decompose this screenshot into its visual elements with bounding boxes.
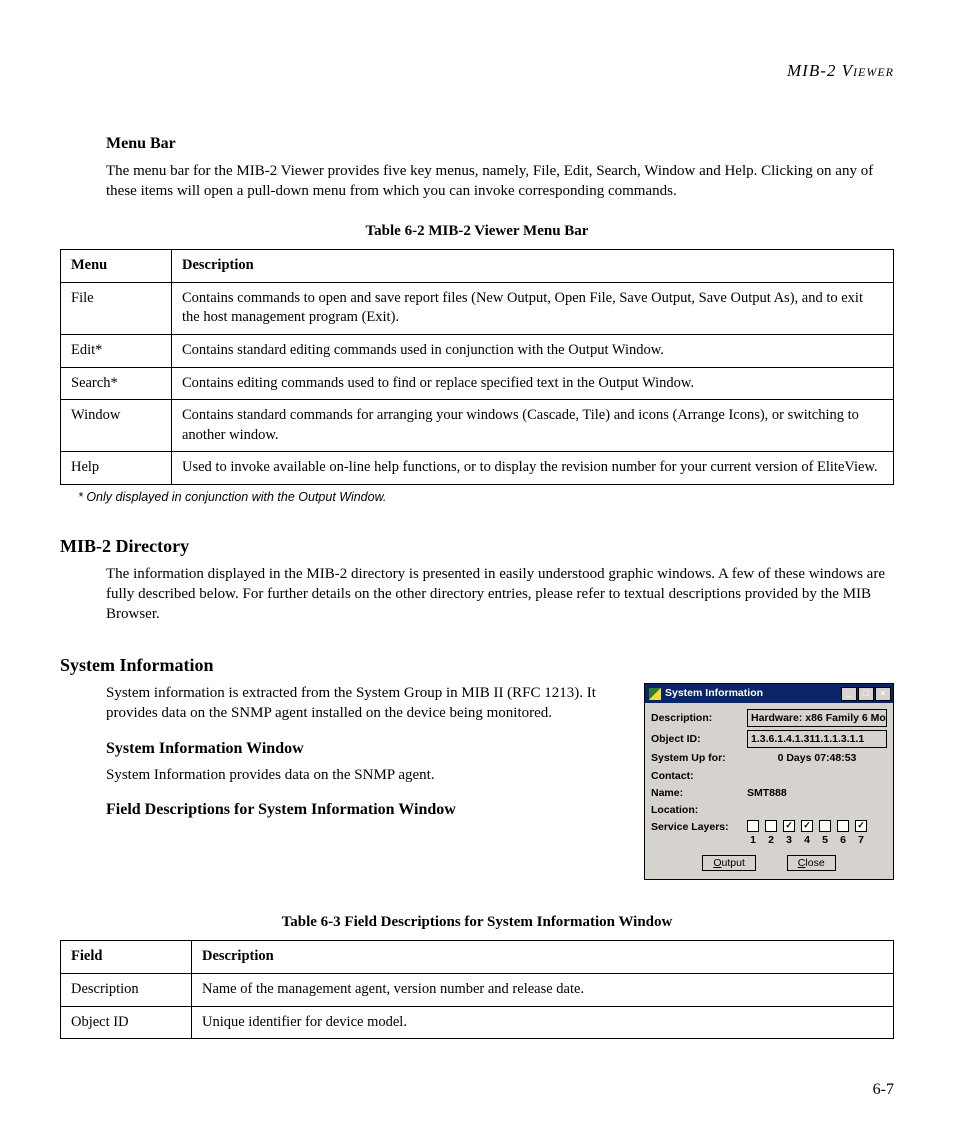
- menu-bar-heading: Menu Bar: [106, 133, 894, 155]
- service-layers: 1 2 ✓3 ✓4 5 6 ✓7: [747, 820, 867, 847]
- table-6-3-col2: Description: [192, 941, 894, 974]
- label-name: Name:: [651, 786, 747, 800]
- window-titlebar[interactable]: System Information _□×: [645, 684, 893, 703]
- label-object-id: Object ID:: [651, 732, 747, 746]
- mib2-directory-heading: MIB-2 Directory: [60, 534, 894, 558]
- label-uptime: System Up for:: [651, 751, 747, 765]
- label-location: Location:: [651, 803, 747, 817]
- value-uptime: 0 Days 07:48:53: [747, 751, 887, 765]
- table-6-2-footnote: * Only displayed in conjunction with the…: [78, 489, 894, 506]
- system-information-heading: System Information: [60, 653, 894, 677]
- layer-5-checkbox[interactable]: [819, 820, 831, 832]
- layer-4-checkbox[interactable]: ✓: [801, 820, 813, 832]
- table-6-2-col2: Description: [172, 250, 894, 283]
- menu-bar-paragraph: The menu bar for the MIB-2 Viewer provid…: [106, 161, 894, 202]
- table-6-2: Menu Description FileContains commands t…: [60, 249, 894, 485]
- table-row: Edit*Contains standard editing commands …: [61, 334, 894, 367]
- close-button[interactable]: Close: [787, 855, 836, 871]
- table-row: WindowContains standard commands for arr…: [61, 400, 894, 452]
- table-row: HelpUsed to invoke available on-line hel…: [61, 452, 894, 485]
- minimize-icon[interactable]: _: [841, 687, 857, 701]
- table-6-3-col1: Field: [61, 941, 192, 974]
- layer-3-checkbox[interactable]: ✓: [783, 820, 795, 832]
- table-6-3-caption: Table 6-3 Field Descriptions for System …: [60, 912, 894, 932]
- layer-2-checkbox[interactable]: [765, 820, 777, 832]
- table-row: DescriptionName of the management agent,…: [61, 974, 894, 1007]
- layer-1-checkbox[interactable]: [747, 820, 759, 832]
- table-6-2-caption: Table 6-2 MIB-2 Viewer Menu Bar: [60, 221, 894, 241]
- table-6-3: Field Description DescriptionName of the…: [60, 940, 894, 1039]
- layer-6-checkbox[interactable]: [837, 820, 849, 832]
- table-row: Search*Contains editing commands used to…: [61, 367, 894, 400]
- system-information-window: System Information _□× Description:Hardw…: [644, 683, 894, 880]
- mib2-directory-paragraph: The information displayed in the MIB-2 d…: [106, 564, 894, 625]
- label-contact: Contact:: [651, 769, 747, 783]
- output-button[interactable]: Output: [702, 855, 756, 871]
- value-name: SMT888: [747, 786, 887, 800]
- table-row: FileContains commands to open and save r…: [61, 282, 894, 334]
- app-icon: [649, 688, 661, 700]
- label-description: Description:: [651, 711, 747, 725]
- value-description[interactable]: Hardware: x86 Family 6 Mo: [747, 709, 887, 727]
- window-title: System Information: [665, 687, 763, 699]
- page-header: MIB-2 Viewer: [60, 60, 894, 83]
- page-number: 6-7: [60, 1079, 894, 1101]
- value-object-id[interactable]: 1.3.6.1.4.1.311.1.1.3.1.1: [747, 730, 887, 748]
- table-6-2-col1: Menu: [61, 250, 172, 283]
- table-row: Object IDUnique identifier for device mo…: [61, 1006, 894, 1039]
- layer-7-checkbox[interactable]: ✓: [855, 820, 867, 832]
- label-service-layers: Service Layers:: [651, 820, 747, 834]
- maximize-icon[interactable]: □: [858, 687, 874, 701]
- close-icon[interactable]: ×: [875, 687, 891, 701]
